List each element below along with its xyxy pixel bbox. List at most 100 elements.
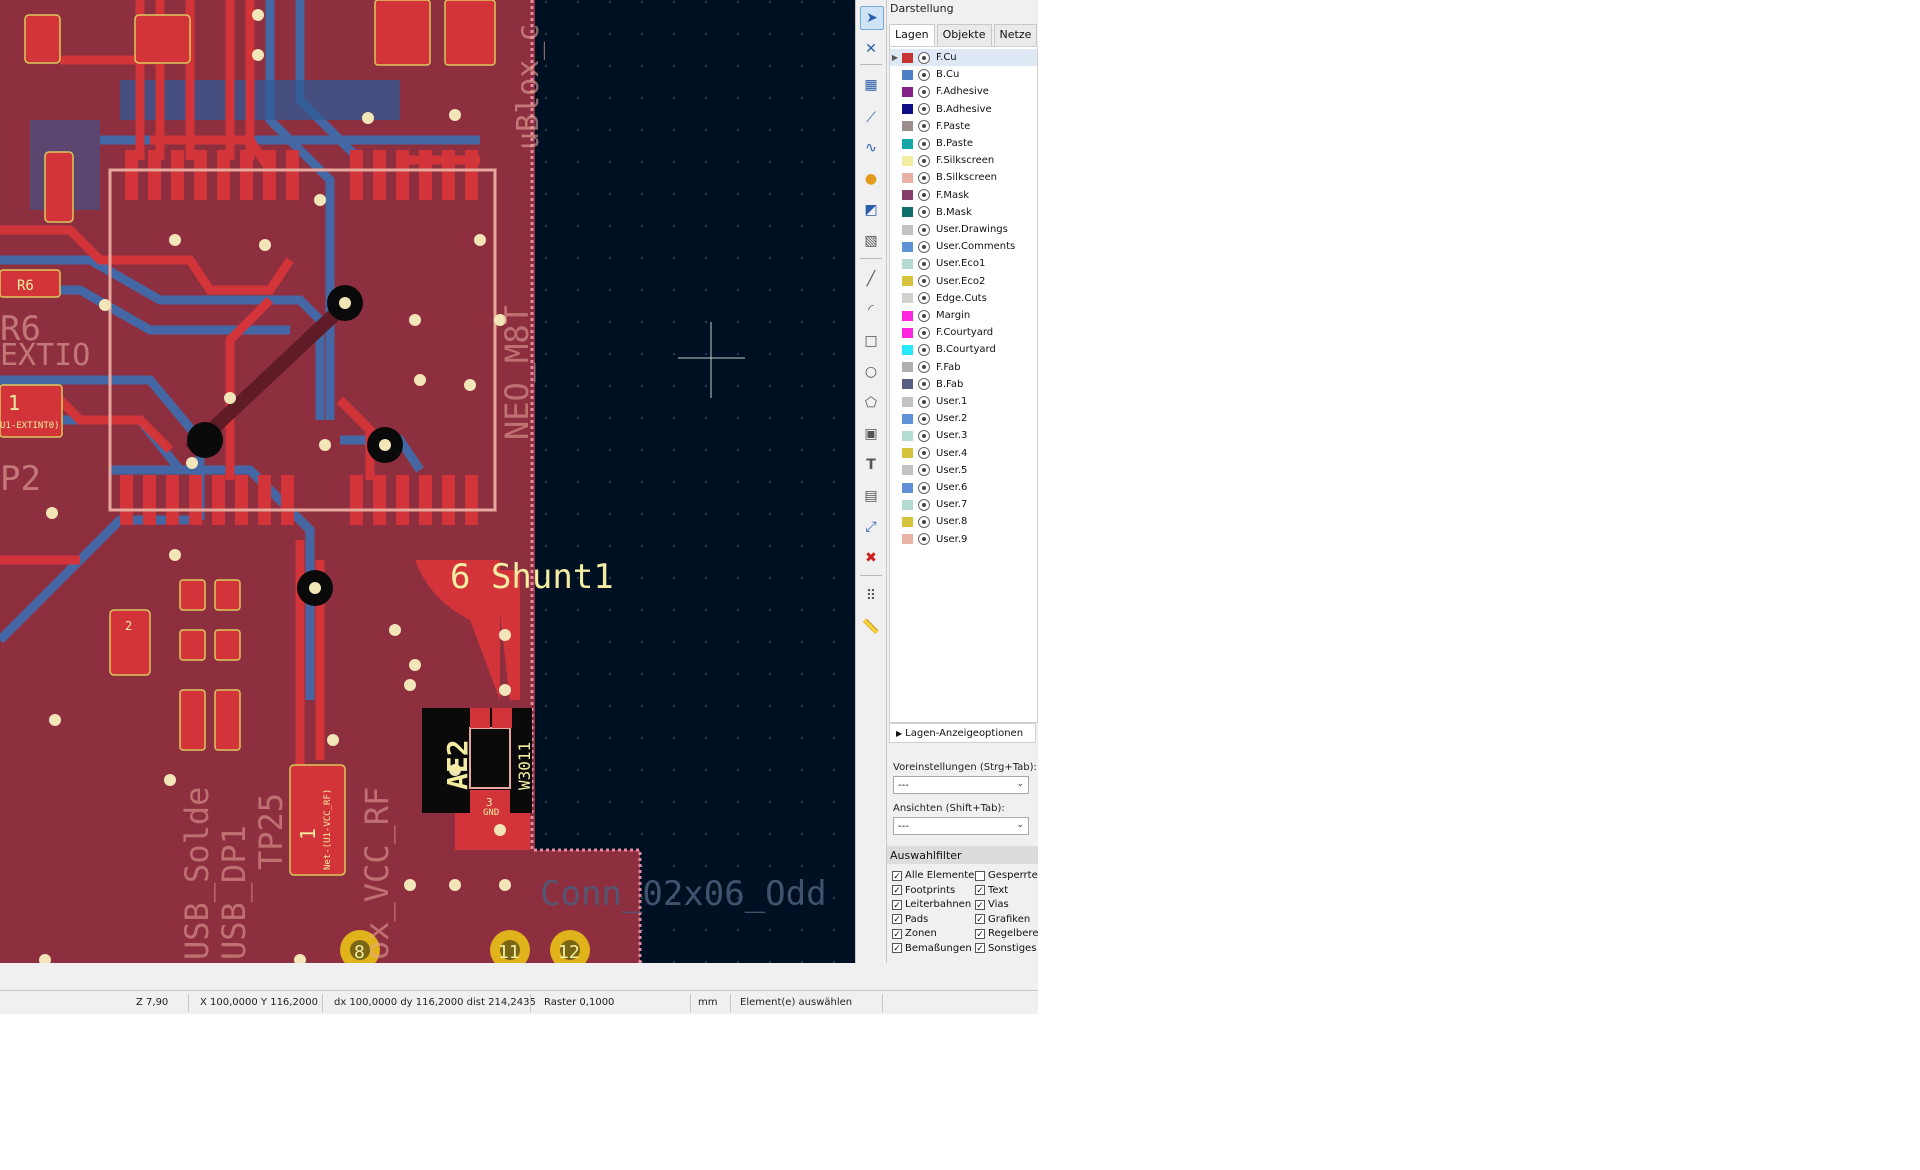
layer-row[interactable]: F.Silkscreen <box>890 152 1037 169</box>
layer-row[interactable]: F.Fab <box>890 359 1037 376</box>
layer-row[interactable]: User.7 <box>890 496 1037 513</box>
visibility-eye-icon[interactable] <box>918 412 930 425</box>
filter-checkbox[interactable]: Gesperrte E <box>975 870 1038 881</box>
checkbox-icon[interactable]: ✓ <box>975 899 985 911</box>
layer-row[interactable]: Margin <box>890 307 1037 324</box>
visibility-eye-icon[interactable] <box>918 309 930 322</box>
checkbox-icon[interactable] <box>975 870 985 881</box>
visibility-eye-icon[interactable] <box>918 326 930 339</box>
layer-row[interactable]: B.Fab <box>890 376 1037 393</box>
visibility-eye-icon[interactable] <box>918 85 930 98</box>
layer-row[interactable]: B.Courtyard <box>890 341 1037 358</box>
tab-nets[interactable]: Netze <box>993 24 1038 46</box>
visibility-eye-icon[interactable] <box>918 189 930 202</box>
layer-color-swatch[interactable] <box>902 121 913 132</box>
visibility-eye-icon[interactable] <box>918 103 930 116</box>
tune-length-icon[interactable]: ∿ <box>860 137 882 159</box>
add-textbox-icon[interactable]: ▤ <box>860 485 882 507</box>
visibility-eye-icon[interactable] <box>918 68 930 81</box>
layer-color-swatch[interactable] <box>902 448 913 459</box>
select-tool-icon[interactable]: ➤ <box>860 6 884 30</box>
layer-row[interactable]: B.Silkscreen <box>890 169 1037 186</box>
layer-row[interactable]: User.Drawings <box>890 221 1037 238</box>
visibility-eye-icon[interactable] <box>918 464 930 477</box>
add-image-icon[interactable]: ▣ <box>860 423 882 445</box>
layer-color-swatch[interactable] <box>902 155 913 166</box>
layer-row[interactable]: User.6 <box>890 479 1037 496</box>
layer-color-swatch[interactable] <box>902 258 913 269</box>
layer-row[interactable]: F.Courtyard <box>890 324 1037 341</box>
visibility-eye-icon[interactable] <box>918 515 930 528</box>
layer-row[interactable]: F.Adhesive <box>890 83 1037 100</box>
layer-row[interactable]: ▶ F.Cu <box>890 49 1037 66</box>
pcb-canvas[interactable]: 6 Shunt1 Conn_02x06_Odd uBlox_c NEO_M8T … <box>0 0 855 963</box>
layer-row[interactable]: B.Adhesive <box>890 101 1037 118</box>
layer-color-swatch[interactable] <box>902 344 913 355</box>
layer-color-swatch[interactable] <box>902 172 913 183</box>
filter-checkbox[interactable]: ✓Regelbereic <box>975 928 1038 940</box>
checkbox-icon[interactable]: ✓ <box>975 914 985 925</box>
layer-color-swatch[interactable] <box>902 482 913 493</box>
checkbox-icon[interactable]: ✓ <box>892 943 902 954</box>
visibility-eye-icon[interactable] <box>918 51 930 64</box>
add-via-icon[interactable]: ● <box>860 168 882 190</box>
layer-color-swatch[interactable] <box>902 499 913 510</box>
measure-tool-icon[interactable]: 📏 <box>860 616 882 638</box>
layer-color-swatch[interactable] <box>902 327 913 338</box>
checkbox-icon[interactable]: ✓ <box>892 928 902 940</box>
layer-row[interactable]: F.Mask <box>890 187 1037 204</box>
layer-row[interactable]: B.Mask <box>890 204 1037 221</box>
presets-select[interactable]: --- ⌄ <box>893 776 1029 794</box>
layer-row[interactable]: Edge.Cuts <box>890 290 1037 307</box>
layer-color-swatch[interactable] <box>902 413 913 424</box>
grid-origin-icon[interactable]: ⠿ <box>860 585 882 607</box>
layer-row[interactable]: User.5 <box>890 462 1037 479</box>
visibility-eye-icon[interactable] <box>918 343 930 356</box>
visibility-eye-icon[interactable] <box>918 481 930 494</box>
visibility-eye-icon[interactable] <box>918 395 930 408</box>
filter-checkbox[interactable]: ✓ Text <box>975 885 1008 896</box>
layer-color-swatch[interactable] <box>902 69 913 80</box>
layer-color-swatch[interactable] <box>902 224 913 235</box>
layer-color-swatch[interactable] <box>902 379 913 390</box>
visibility-eye-icon[interactable] <box>918 275 930 288</box>
layer-color-swatch[interactable] <box>902 516 913 527</box>
layer-row[interactable]: User.Comments <box>890 238 1037 255</box>
visibility-eye-icon[interactable] <box>918 206 930 219</box>
layer-color-swatch[interactable] <box>902 104 913 115</box>
visibility-eye-icon[interactable] <box>918 257 930 270</box>
place-footprint-icon[interactable]: ▦ <box>860 74 882 96</box>
filter-checkbox[interactable]: ✓ Bemaßungen <box>892 943 972 954</box>
delete-tool-icon[interactable]: ✖ <box>860 547 882 569</box>
layer-row[interactable]: User.3 <box>890 427 1037 444</box>
add-text-icon[interactable]: T <box>860 454 882 476</box>
checkbox-icon[interactable]: ✓ <box>892 914 902 925</box>
visibility-eye-icon[interactable] <box>918 120 930 133</box>
draw-arc-icon[interactable]: ◜ <box>860 299 882 321</box>
visibility-eye-icon[interactable] <box>918 240 930 253</box>
layer-color-swatch[interactable] <box>902 241 913 252</box>
add-rule-area-icon[interactable]: ▧ <box>860 230 882 252</box>
layer-row[interactable]: F.Paste <box>890 118 1037 135</box>
visibility-eye-icon[interactable] <box>918 498 930 511</box>
draw-polygon-icon[interactable]: ⬠ <box>860 392 882 414</box>
layer-row[interactable]: B.Cu <box>890 66 1037 83</box>
filter-checkbox[interactable]: ✓ Leiterbahnen <box>892 899 971 911</box>
tab-objects[interactable]: Objekte <box>936 24 992 46</box>
layer-row[interactable]: B.Paste <box>890 135 1037 152</box>
visibility-eye-icon[interactable] <box>918 361 930 374</box>
layer-row[interactable]: User.4 <box>890 445 1037 462</box>
layer-color-swatch[interactable] <box>902 190 913 201</box>
draw-rectangle-icon[interactable]: □ <box>860 330 882 352</box>
layer-row[interactable]: User.2 <box>890 410 1037 427</box>
layer-row[interactable]: User.1 <box>890 393 1037 410</box>
checkbox-icon[interactable]: ✓ <box>892 885 902 896</box>
layer-color-swatch[interactable] <box>902 52 913 63</box>
visibility-eye-icon[interactable] <box>918 137 930 150</box>
filter-checkbox[interactable]: ✓ Alle Elemente <box>892 870 974 882</box>
layer-color-swatch[interactable] <box>902 396 913 407</box>
draw-line-icon[interactable]: ╱ <box>860 268 882 290</box>
visibility-eye-icon[interactable] <box>918 292 930 305</box>
checkbox-icon[interactable]: ✓ <box>975 885 985 896</box>
checkbox-icon[interactable]: ✓ <box>892 899 902 911</box>
